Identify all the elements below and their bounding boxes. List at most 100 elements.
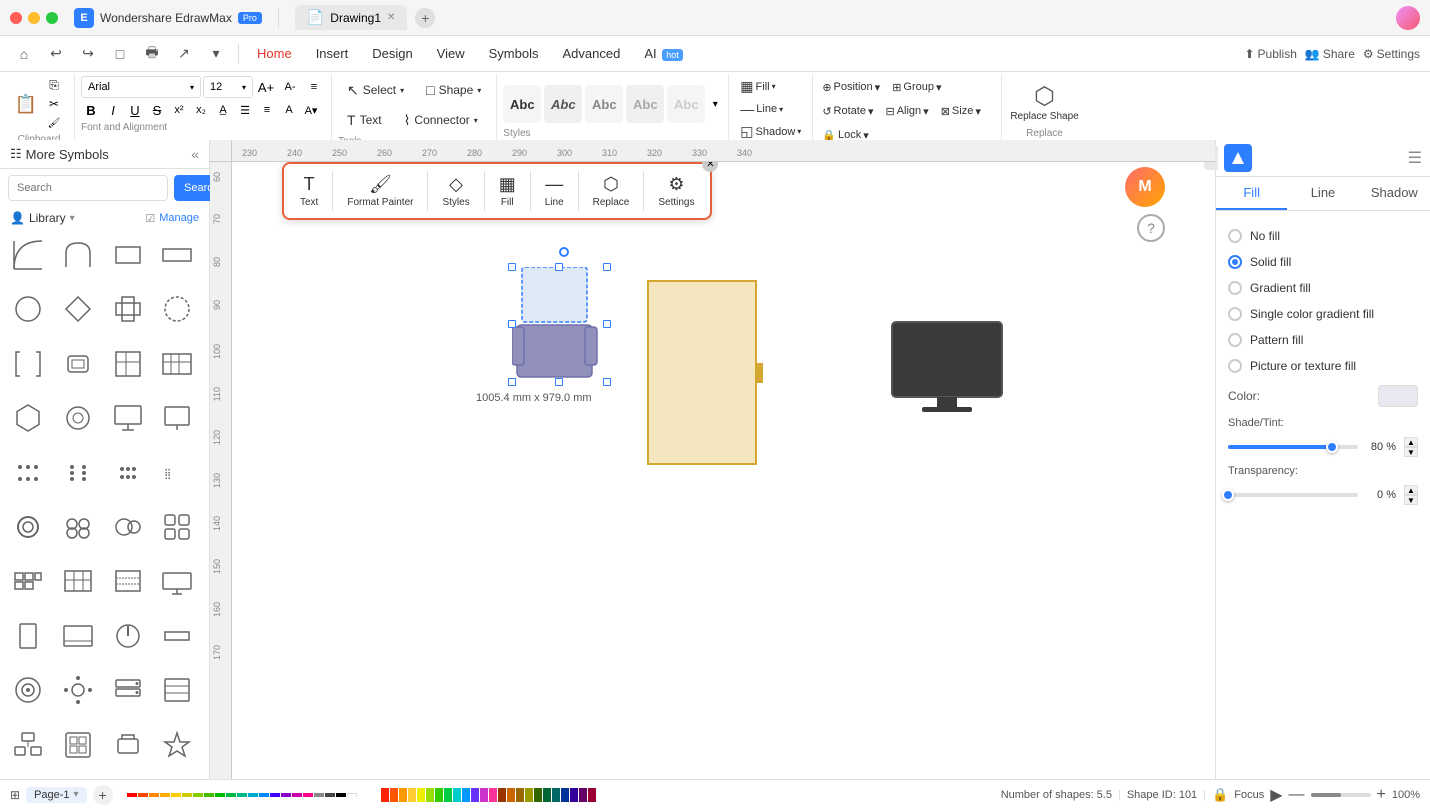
shape-gear[interactable] <box>56 668 100 712</box>
shape-rect-flat[interactable] <box>155 614 199 658</box>
cp-6[interactable] <box>426 788 434 802</box>
ft-text-btn[interactable]: T Text <box>292 170 326 212</box>
select-tool-btn[interactable]: ↖ Select ▾ <box>338 76 413 104</box>
subscript-btn[interactable]: x₂ <box>191 100 211 120</box>
menu-insert[interactable]: Insert <box>306 42 359 65</box>
bullet-btn[interactable]: ☰ <box>235 100 255 120</box>
shape-server[interactable] <box>106 668 150 712</box>
panel-close-btn[interactable]: ☰ <box>1408 148 1422 168</box>
tab-fill[interactable]: Fill <box>1216 177 1287 210</box>
color-darkgray[interactable] <box>325 793 335 797</box>
cp-16[interactable] <box>516 788 524 802</box>
cp-11[interactable] <box>471 788 479 802</box>
style-abc-5[interactable]: Abc <box>667 85 705 123</box>
shape-4dots[interactable] <box>106 451 150 495</box>
shape-dotgrid[interactable] <box>155 505 199 549</box>
cp-24[interactable] <box>588 788 596 802</box>
maximize-window-btn[interactable] <box>46 12 58 24</box>
handle-bm[interactable] <box>555 378 563 386</box>
shape-circle-outline[interactable] <box>155 287 199 331</box>
ft-settings-btn[interactable]: ⚙ Settings <box>650 170 702 212</box>
shape-server2[interactable] <box>155 668 199 712</box>
shape-network[interactable] <box>6 723 50 767</box>
add-page-btn[interactable]: + <box>93 785 113 805</box>
ft-format-painter-btn[interactable]: 🖌 Format Painter <box>339 170 421 212</box>
shape-rect[interactable] <box>106 233 150 277</box>
text-tool-btn[interactable]: T Text <box>338 106 391 134</box>
color-purple[interactable] <box>281 793 291 797</box>
style-abc-2[interactable]: Abc <box>544 85 582 123</box>
yellow-rect-shape[interactable] <box>647 280 757 465</box>
cp-7[interactable] <box>435 788 443 802</box>
page-tab[interactable]: Page-1 ▾ <box>26 787 87 803</box>
ft-styles-btn[interactable]: ◇ Styles <box>434 170 477 212</box>
print-btn[interactable]: 🖶 <box>138 40 166 68</box>
handle-ml[interactable] <box>508 320 516 328</box>
size-btn[interactable]: ⊠ Size ▾ <box>936 100 986 122</box>
selected-shape-group[interactable] <box>512 267 607 382</box>
save-btn[interactable]: □ <box>106 40 134 68</box>
app-tab[interactable]: 📄 Drawing1 ✕ <box>295 5 408 30</box>
shape-grid-lg[interactable] <box>155 342 199 386</box>
color-green2[interactable] <box>215 793 225 797</box>
monitor-shape[interactable] <box>887 317 1007 420</box>
shape-monitor2[interactable] <box>155 396 199 440</box>
color-red[interactable] <box>127 793 137 797</box>
shape-star[interactable] <box>155 723 199 767</box>
handle-br[interactable] <box>603 378 611 386</box>
fill-option-solid[interactable]: Solid fill <box>1228 249 1418 275</box>
cp-1[interactable] <box>381 788 389 802</box>
share-btn[interactable]: 👥 Share <box>1305 47 1355 61</box>
text-outline-btn[interactable]: A̲ <box>213 100 233 120</box>
shape-arch[interactable] <box>56 233 100 277</box>
shape-4rings[interactable] <box>56 505 100 549</box>
shape-grid-sm[interactable] <box>106 342 150 386</box>
shape-monitor[interactable] <box>106 396 150 440</box>
shape-rect-tall[interactable] <box>6 614 50 658</box>
fill-option-no-fill[interactable]: No fill <box>1228 223 1418 249</box>
handle-tr[interactable] <box>603 263 611 271</box>
shape-tool-btn[interactable]: □ Shape ▾ <box>417 76 490 104</box>
tab-shadow[interactable]: Shadow <box>1359 177 1430 210</box>
cp-22[interactable] <box>570 788 578 802</box>
replace-shape-btn[interactable]: ⬡ Replace Shape <box>1010 76 1078 128</box>
new-tab-btn[interactable]: + <box>415 8 435 28</box>
strikethrough-btn[interactable]: S <box>147 100 167 120</box>
fill-option-gradient[interactable]: Gradient fill <box>1228 275 1418 301</box>
publish-btn[interactable]: ⬆ Publish <box>1244 47 1296 61</box>
fill-option-picture[interactable]: Picture or texture fill <box>1228 353 1418 379</box>
shape-ring-sm[interactable] <box>6 505 50 549</box>
menu-view[interactable]: View <box>427 42 475 65</box>
color-violet[interactable] <box>270 793 280 797</box>
ft-fill-btn[interactable]: ▦ Fill <box>491 170 524 212</box>
shape-cross[interactable] <box>106 287 150 331</box>
align-btn-ribbon[interactable]: ⊟ Align ▾ <box>880 100 933 122</box>
layers-btn[interactable]: ⊞ <box>10 788 20 802</box>
export-btn[interactable]: ↗ <box>170 40 198 68</box>
transparency-up[interactable]: ▲ <box>1404 485 1418 495</box>
undo-btn[interactable]: ↩ <box>42 40 70 68</box>
menu-design[interactable]: Design <box>362 42 422 65</box>
zoom-slider[interactable] <box>1311 793 1371 797</box>
styles-expand-btn[interactable]: ▾ <box>708 97 722 111</box>
manage-btn[interactable]: Manage <box>159 212 199 224</box>
color-pink[interactable] <box>303 793 313 797</box>
connector-tool-btn[interactable]: ⌇ Connector ▾ <box>395 106 487 134</box>
shape-circle[interactable] <box>6 287 50 331</box>
color-teal[interactable] <box>226 793 236 797</box>
cp-15[interactable] <box>507 788 515 802</box>
shape-monitor3[interactable] <box>56 614 100 658</box>
color-black[interactable] <box>336 793 346 797</box>
settings-btn[interactable]: ⚙ Settings <box>1363 47 1420 61</box>
group-btn[interactable]: ⊞ Group ▾ <box>887 76 946 98</box>
user-avatar[interactable] <box>1396 6 1420 30</box>
minimize-window-btn[interactable] <box>28 12 40 24</box>
canvas-area[interactable]: 230 240 250 260 270 280 290 300 310 320 … <box>210 140 1215 779</box>
shape-rect-wide[interactable] <box>155 233 199 277</box>
cp-19[interactable] <box>543 788 551 802</box>
focus-btn[interactable]: Focus <box>1234 789 1264 801</box>
lock-status-icon[interactable]: 🔒 <box>1212 787 1228 803</box>
handle-mr[interactable] <box>603 320 611 328</box>
cp-17[interactable] <box>525 788 533 802</box>
align-btn[interactable]: ≡ <box>303 76 325 98</box>
